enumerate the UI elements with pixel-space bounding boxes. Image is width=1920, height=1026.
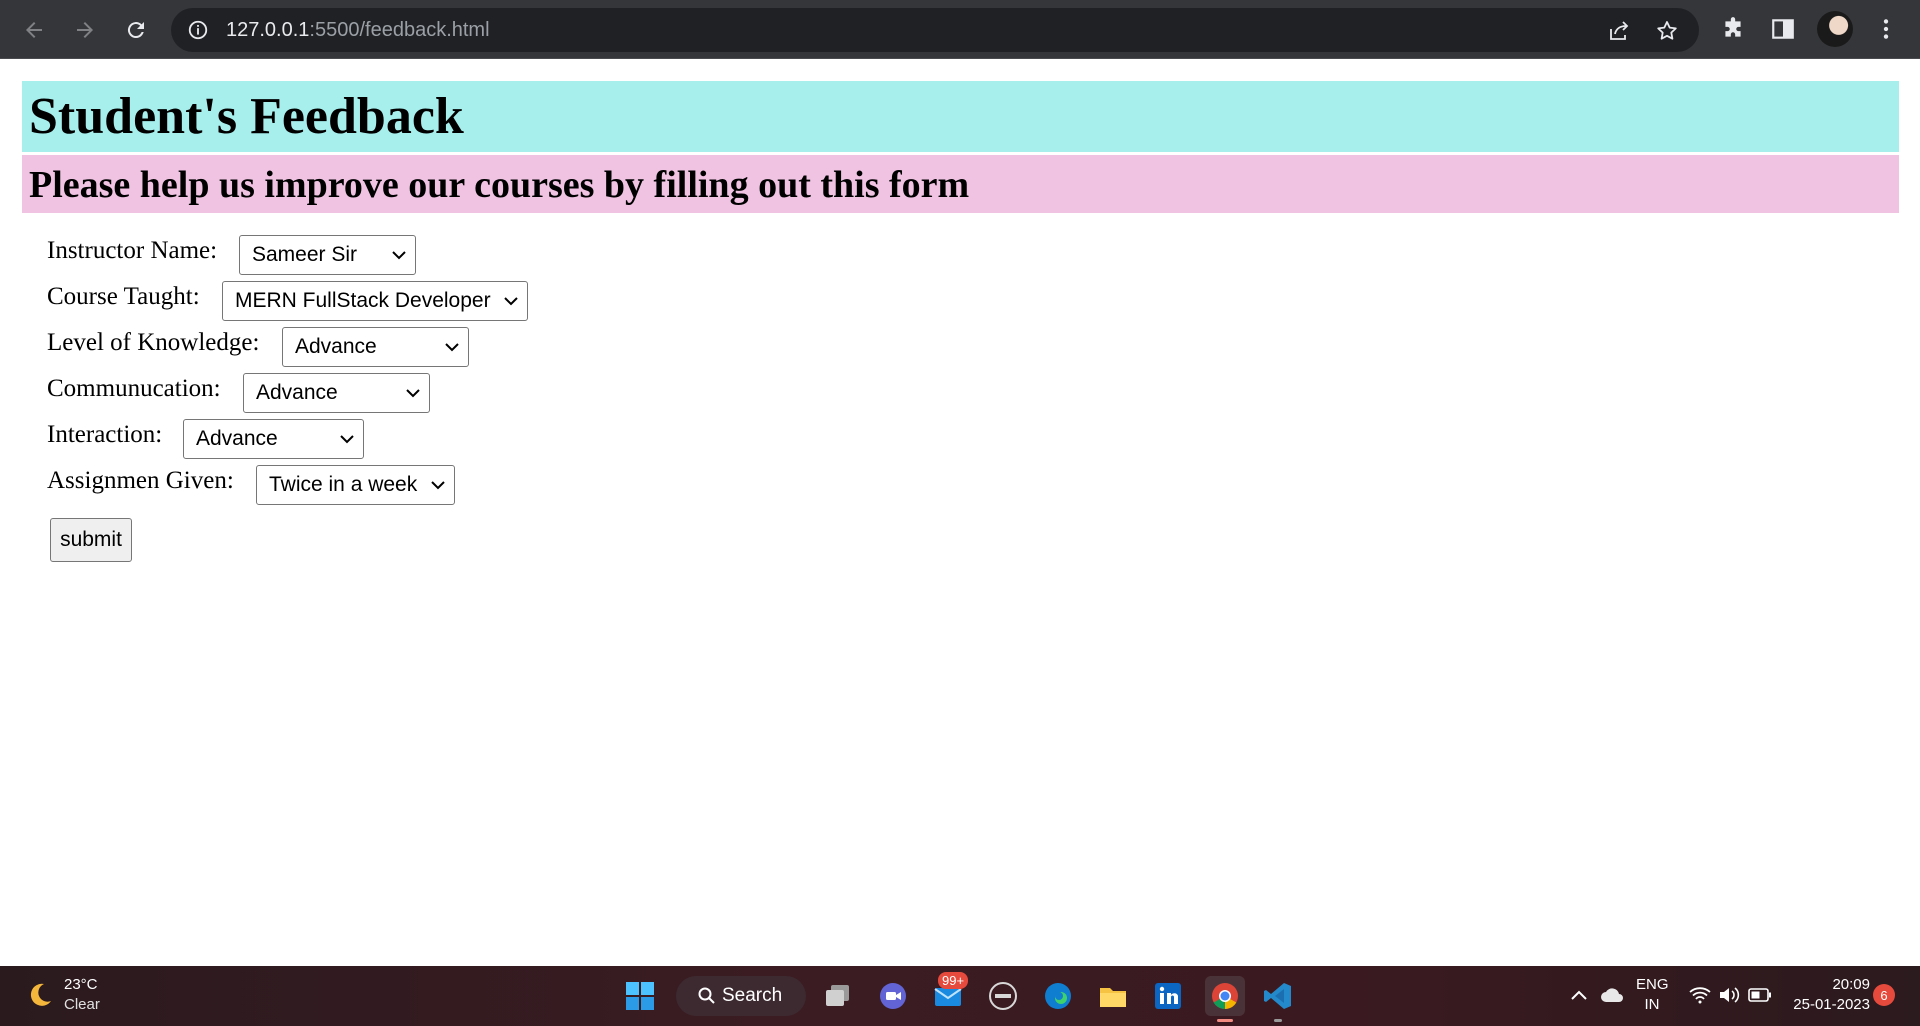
- vscode-icon: [1264, 983, 1291, 1009]
- course-taught-select[interactable]: MERN FullStack Developer: [222, 281, 528, 321]
- vscode-button[interactable]: [1260, 978, 1296, 1014]
- knowledge-level-value: Advance: [295, 335, 377, 358]
- dell-app-button[interactable]: [985, 978, 1021, 1014]
- reload-icon: [127, 22, 144, 39]
- volume-icon[interactable]: [1718, 986, 1740, 1004]
- wifi-icon[interactable]: [1689, 986, 1711, 1004]
- mail-badge: 99+: [938, 972, 969, 989]
- battery-icon[interactable]: [1748, 988, 1772, 1002]
- subtitle-banner: Please help us improve our courses by fi…: [22, 155, 1899, 213]
- instructor-name-label: Instructor Name:: [47, 237, 218, 264]
- title-banner: Student's Feedback: [22, 81, 1899, 152]
- knowledge-level-label: Level of Knowledge:: [47, 329, 260, 356]
- task-view-icon: [826, 985, 849, 1006]
- dell-logo-icon: [989, 982, 1017, 1010]
- submit-button[interactable]: submit: [50, 518, 132, 562]
- start-button[interactable]: [622, 978, 658, 1014]
- chevron-down-icon: [392, 251, 406, 260]
- region-indicator: IN: [1644, 996, 1660, 1013]
- edge-browser-button[interactable]: [1040, 978, 1076, 1014]
- edge-icon: [1045, 983, 1071, 1009]
- chevron-down-icon: [431, 481, 445, 490]
- back-button[interactable]: [14, 10, 54, 50]
- browser-toolbar: 127.0.0.1:5500/feedback.html: [0, 0, 1920, 59]
- side-panel-icon[interactable]: [1770, 16, 1796, 42]
- page-content: Student's Feedback Please help us improv…: [0, 60, 1920, 966]
- url-text: 127.0.0.1:5500/feedback.html: [226, 19, 490, 41]
- taskbar-search[interactable]: Search: [676, 976, 806, 1016]
- chevron-down-icon: [504, 297, 518, 306]
- interaction-label: Interaction:: [47, 421, 163, 448]
- linkedin-icon: [1155, 983, 1181, 1009]
- url-host: 127.0.0.1: [226, 19, 310, 41]
- vscode-running-indicator: [1274, 1019, 1282, 1022]
- weather-condition: Clear: [64, 996, 100, 1013]
- chevron-up-icon[interactable]: [1570, 988, 1588, 1002]
- reload-button[interactable]: [116, 10, 156, 50]
- linkedin-button[interactable]: [1150, 978, 1186, 1014]
- share-icon[interactable]: [1607, 19, 1631, 43]
- weather-temperature: 23°C: [64, 976, 98, 993]
- course-taught-value: MERN FullStack Developer: [235, 289, 491, 312]
- communication-select[interactable]: Advance: [243, 373, 430, 413]
- extensions-puzzle-icon[interactable]: [1720, 16, 1746, 42]
- forward-button[interactable]: [65, 10, 105, 50]
- chrome-icon: [1212, 983, 1238, 1010]
- url-path: :5500/feedback.html: [309, 19, 490, 41]
- interaction-select[interactable]: Advance: [183, 419, 364, 459]
- windows-taskbar: 23°C Clear Search 99+ ENG IN 20:09 25-01…: [0, 966, 1920, 1026]
- site-info-icon[interactable]: [187, 19, 209, 41]
- chevron-down-icon: [406, 389, 420, 398]
- chevron-down-icon: [445, 343, 459, 352]
- assignment-select[interactable]: Twice in a week: [256, 465, 455, 505]
- chrome-active-indicator: [1217, 1019, 1233, 1022]
- assignment-label: Assignmen Given:: [47, 467, 234, 494]
- folder-icon: [1100, 988, 1126, 1007]
- interaction-value: Advance: [196, 427, 278, 450]
- address-bar[interactable]: 127.0.0.1:5500/feedback.html: [171, 8, 1699, 52]
- bookmark-star-icon[interactable]: [1655, 19, 1679, 43]
- clock-date: 25-01-2023: [1793, 996, 1870, 1013]
- profile-avatar[interactable]: [1817, 11, 1853, 47]
- chrome-menu-icon[interactable]: [1873, 16, 1899, 42]
- communication-value: Advance: [256, 381, 338, 404]
- file-explorer-button[interactable]: [1095, 978, 1131, 1014]
- communication-label: Communucation:: [47, 375, 221, 402]
- search-icon: [698, 987, 715, 1004]
- teams-chat-button[interactable]: [875, 978, 911, 1014]
- instructor-name-select[interactable]: Sameer Sir: [239, 235, 416, 275]
- onedrive-cloud-icon[interactable]: [1600, 986, 1624, 1004]
- notification-badge[interactable]: 6: [1873, 984, 1895, 1006]
- chrome-taskbar-button[interactable]: [1205, 976, 1245, 1016]
- page-subtitle: Please help us improve our courses by fi…: [29, 164, 970, 206]
- chevron-down-icon: [340, 435, 354, 444]
- instructor-name-value: Sameer Sir: [252, 243, 358, 266]
- windows-logo-icon: [626, 982, 654, 1010]
- knowledge-level-select[interactable]: Advance: [282, 327, 469, 367]
- clock-time[interactable]: 20:09: [1780, 976, 1870, 993]
- search-label: Search: [722, 985, 783, 1006]
- course-taught-label: Course Taught:: [47, 283, 200, 310]
- task-view-button[interactable]: [820, 978, 856, 1014]
- moon-weather-icon[interactable]: [24, 980, 54, 1010]
- page-title: Student's Feedback: [29, 88, 464, 145]
- language-indicator[interactable]: ENG: [1636, 976, 1669, 993]
- chat-camera-icon: [880, 983, 906, 1009]
- assignment-value: Twice in a week: [269, 473, 418, 496]
- back-arrow-icon: [26, 22, 42, 38]
- forward-arrow-icon: [77, 22, 93, 38]
